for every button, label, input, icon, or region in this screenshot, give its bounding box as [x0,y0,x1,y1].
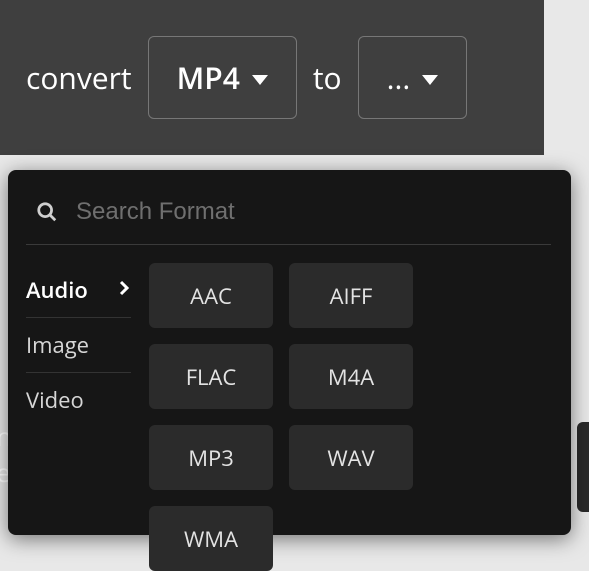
format-label: WMA [184,524,238,554]
to-format-value: ... [387,57,411,98]
to-format-select[interactable]: ... [358,36,468,119]
convert-bar: convert MP4 to ... [0,0,544,155]
category-audio[interactable]: Audio [26,263,131,318]
format-option-m4a[interactable]: M4A [289,344,413,409]
category-label: Audio [26,275,88,305]
category-label: Video [26,385,84,415]
format-grid: AAC AIFF FLAC M4A MP3 WAV WMA [149,263,551,571]
from-format-value: MP4 [177,57,240,98]
from-format-select[interactable]: MP4 [148,36,297,119]
category-image[interactable]: Image [26,318,131,373]
caret-down-icon [422,75,438,85]
search-row [26,198,551,245]
category-list: Audio Image Video [26,263,131,571]
caret-down-icon [252,75,268,85]
format-option-mp3[interactable]: MP3 [149,425,273,490]
format-label: AAC [190,281,232,311]
chevron-right-icon [119,278,129,302]
format-option-aiff[interactable]: AIFF [289,263,413,328]
to-label: to [313,57,342,98]
search-icon [36,201,58,223]
format-option-wav[interactable]: WAV [289,425,413,490]
format-option-aac[interactable]: AAC [149,263,273,328]
category-label: Image [26,330,89,360]
category-video[interactable]: Video [26,373,131,427]
format-option-flac[interactable]: FLAC [149,344,273,409]
search-input[interactable] [76,198,547,226]
format-label: WAV [327,443,374,473]
format-label: FLAC [186,362,237,392]
format-option-wma[interactable]: WMA [149,506,273,571]
partial-adjacent-panel [577,422,589,512]
format-label: MP3 [188,443,234,473]
convert-label: convert [26,57,132,98]
format-label: AIFF [330,281,373,311]
format-label: M4A [328,362,374,392]
format-dropdown-panel: Audio Image Video AAC AIFF FLAC M4A MP3 … [8,170,571,535]
